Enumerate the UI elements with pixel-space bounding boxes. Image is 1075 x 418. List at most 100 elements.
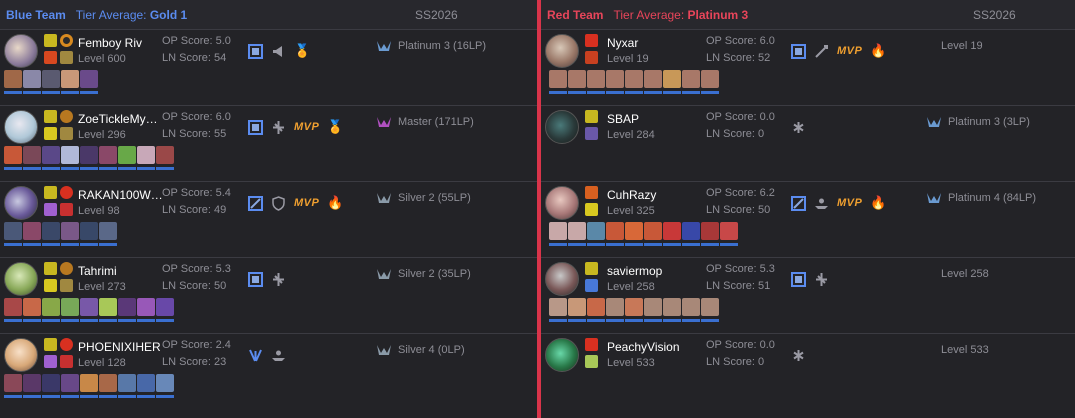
ln-score: LN Score: 23 bbox=[162, 356, 227, 368]
rank-display: Silver 2 (35LP) bbox=[376, 268, 471, 280]
player-name[interactable]: Tahrimi bbox=[78, 264, 117, 278]
player-row[interactable]: saviermop Level 258 OP Score: 5.3 LN Sco… bbox=[541, 258, 1075, 334]
position-badges: MVP 🏅 bbox=[248, 118, 344, 136]
champion-avatar[interactable] bbox=[4, 34, 38, 68]
item-build bbox=[549, 222, 738, 252]
ln-score: LN Score: 0 bbox=[706, 356, 765, 368]
item-icon bbox=[606, 70, 624, 94]
item-icon bbox=[4, 298, 22, 322]
summoner-spell-icon bbox=[44, 127, 57, 140]
item-build bbox=[4, 222, 117, 252]
item-icon bbox=[42, 70, 60, 94]
red-team-panel: Red Team Tier Average: Platinum 3 SS2026… bbox=[537, 0, 1075, 418]
item-icon bbox=[61, 374, 79, 398]
champion-avatar[interactable] bbox=[4, 262, 38, 296]
rune-icon bbox=[585, 51, 598, 64]
rune-icon bbox=[60, 34, 73, 47]
item-icon bbox=[625, 222, 643, 246]
item-icon bbox=[682, 70, 700, 94]
rank-display: Silver 2 (55LP) bbox=[376, 192, 471, 204]
champion-avatar[interactable] bbox=[4, 186, 38, 220]
player-row[interactable]: PHOENIXIHER Level 128 OP Score: 2.4 LN S… bbox=[0, 334, 537, 410]
player-name[interactable]: SBAP bbox=[607, 112, 639, 126]
position-badges bbox=[791, 118, 806, 136]
lane-icon bbox=[248, 43, 263, 59]
player-name[interactable]: CuhRazy bbox=[607, 188, 656, 202]
champion-avatar[interactable] bbox=[4, 110, 38, 144]
item-icon bbox=[137, 374, 155, 398]
player-name[interactable]: PeachyVision bbox=[607, 340, 680, 354]
mvp-badge: MVP bbox=[837, 197, 863, 209]
item-build bbox=[4, 146, 174, 176]
rune-icon bbox=[60, 355, 73, 368]
lane-icon bbox=[248, 195, 263, 211]
champion-avatar[interactable] bbox=[545, 186, 579, 220]
player-level: Level 284 bbox=[607, 129, 655, 141]
player-level: Level 98 bbox=[78, 205, 120, 217]
position-badges: MVP 🔥 bbox=[248, 194, 344, 212]
item-icon bbox=[23, 374, 41, 398]
item-icon bbox=[156, 298, 174, 322]
team-name: Red Team bbox=[547, 7, 604, 22]
champion-avatar[interactable] bbox=[545, 338, 579, 372]
blue-team-panel: Blue Team Tier Average: Gold 1 SS2026 Fe… bbox=[0, 0, 537, 418]
medal-icon: 🏅 bbox=[327, 119, 344, 134]
player-name[interactable]: Nyxar bbox=[607, 36, 638, 50]
player-row[interactable]: ZoeTickleMy… Level 296 OP Score: 6.0 LN … bbox=[0, 106, 537, 182]
champion-avatar[interactable] bbox=[545, 262, 579, 296]
player-row[interactable]: SBAP Level 284 OP Score: 0.0 LN Score: 0… bbox=[541, 106, 1075, 182]
player-name[interactable]: Femboy Riv bbox=[78, 36, 142, 50]
item-icon bbox=[568, 298, 586, 322]
megaphone-icon bbox=[271, 44, 286, 59]
champion-avatar[interactable] bbox=[545, 34, 579, 68]
item-icon bbox=[23, 222, 41, 246]
op-score: OP Score: 5.3 bbox=[162, 263, 231, 275]
level-display: Level 533 bbox=[941, 344, 989, 356]
player-level: Level 296 bbox=[78, 129, 126, 141]
item-icon bbox=[80, 298, 98, 322]
player-row[interactable]: RAKAN100W… Level 98 OP Score: 5.4 LN Sco… bbox=[0, 182, 537, 258]
champion-avatar[interactable] bbox=[4, 338, 38, 372]
item-icon bbox=[625, 298, 643, 322]
champion-avatar[interactable] bbox=[545, 110, 579, 144]
player-row[interactable]: CuhRazy Level 325 OP Score: 6.2 LN Score… bbox=[541, 182, 1075, 258]
player-name[interactable]: saviermop bbox=[607, 264, 662, 278]
player-level: Level 258 bbox=[607, 281, 655, 293]
item-icon bbox=[61, 222, 79, 246]
item-icon bbox=[663, 222, 681, 246]
item-icon bbox=[156, 374, 174, 398]
item-icon bbox=[61, 70, 79, 94]
ln-score: LN Score: 54 bbox=[162, 52, 227, 64]
player-name[interactable]: ZoeTickleMy… bbox=[78, 112, 158, 126]
season-label: SS2026 bbox=[415, 8, 458, 22]
ln-score: LN Score: 51 bbox=[706, 280, 771, 292]
role-icon bbox=[271, 272, 286, 287]
summoner-spell-icon bbox=[44, 338, 57, 351]
player-row[interactable]: PeachyVision Level 533 OP Score: 0.0 LN … bbox=[541, 334, 1075, 410]
item-icon bbox=[61, 146, 79, 170]
position-badges bbox=[248, 346, 286, 364]
season-label: SS2026 bbox=[973, 8, 1016, 22]
player-row[interactable]: Tahrimi Level 273 OP Score: 5.3 LN Score… bbox=[0, 258, 537, 334]
player-row[interactable]: Nyxar Level 19 OP Score: 6.0 LN Score: 5… bbox=[541, 30, 1075, 106]
player-name[interactable]: PHOENIXIHER bbox=[78, 340, 161, 354]
item-icon bbox=[568, 222, 586, 246]
item-icon bbox=[644, 222, 662, 246]
item-icon bbox=[606, 222, 624, 246]
rune-icon bbox=[585, 279, 598, 292]
player-row[interactable]: Femboy Riv Level 600 OP Score: 5.0 LN Sc… bbox=[0, 30, 537, 106]
rank-text: Master (171LP) bbox=[398, 116, 474, 128]
item-icon bbox=[549, 70, 567, 94]
player-level: Level 273 bbox=[78, 281, 126, 293]
rune-icon bbox=[60, 203, 73, 216]
item-icon bbox=[118, 146, 136, 170]
position-badges bbox=[248, 270, 286, 288]
rune-icon bbox=[60, 51, 73, 64]
item-icon bbox=[4, 374, 22, 398]
item-icon bbox=[4, 146, 22, 170]
player-name[interactable]: RAKAN100W… bbox=[78, 188, 163, 202]
match-scoreboard: Blue Team Tier Average: Gold 1 SS2026 Fe… bbox=[0, 0, 1075, 418]
ln-score: LN Score: 55 bbox=[162, 128, 227, 140]
item-icon bbox=[23, 298, 41, 322]
item-icon bbox=[118, 374, 136, 398]
